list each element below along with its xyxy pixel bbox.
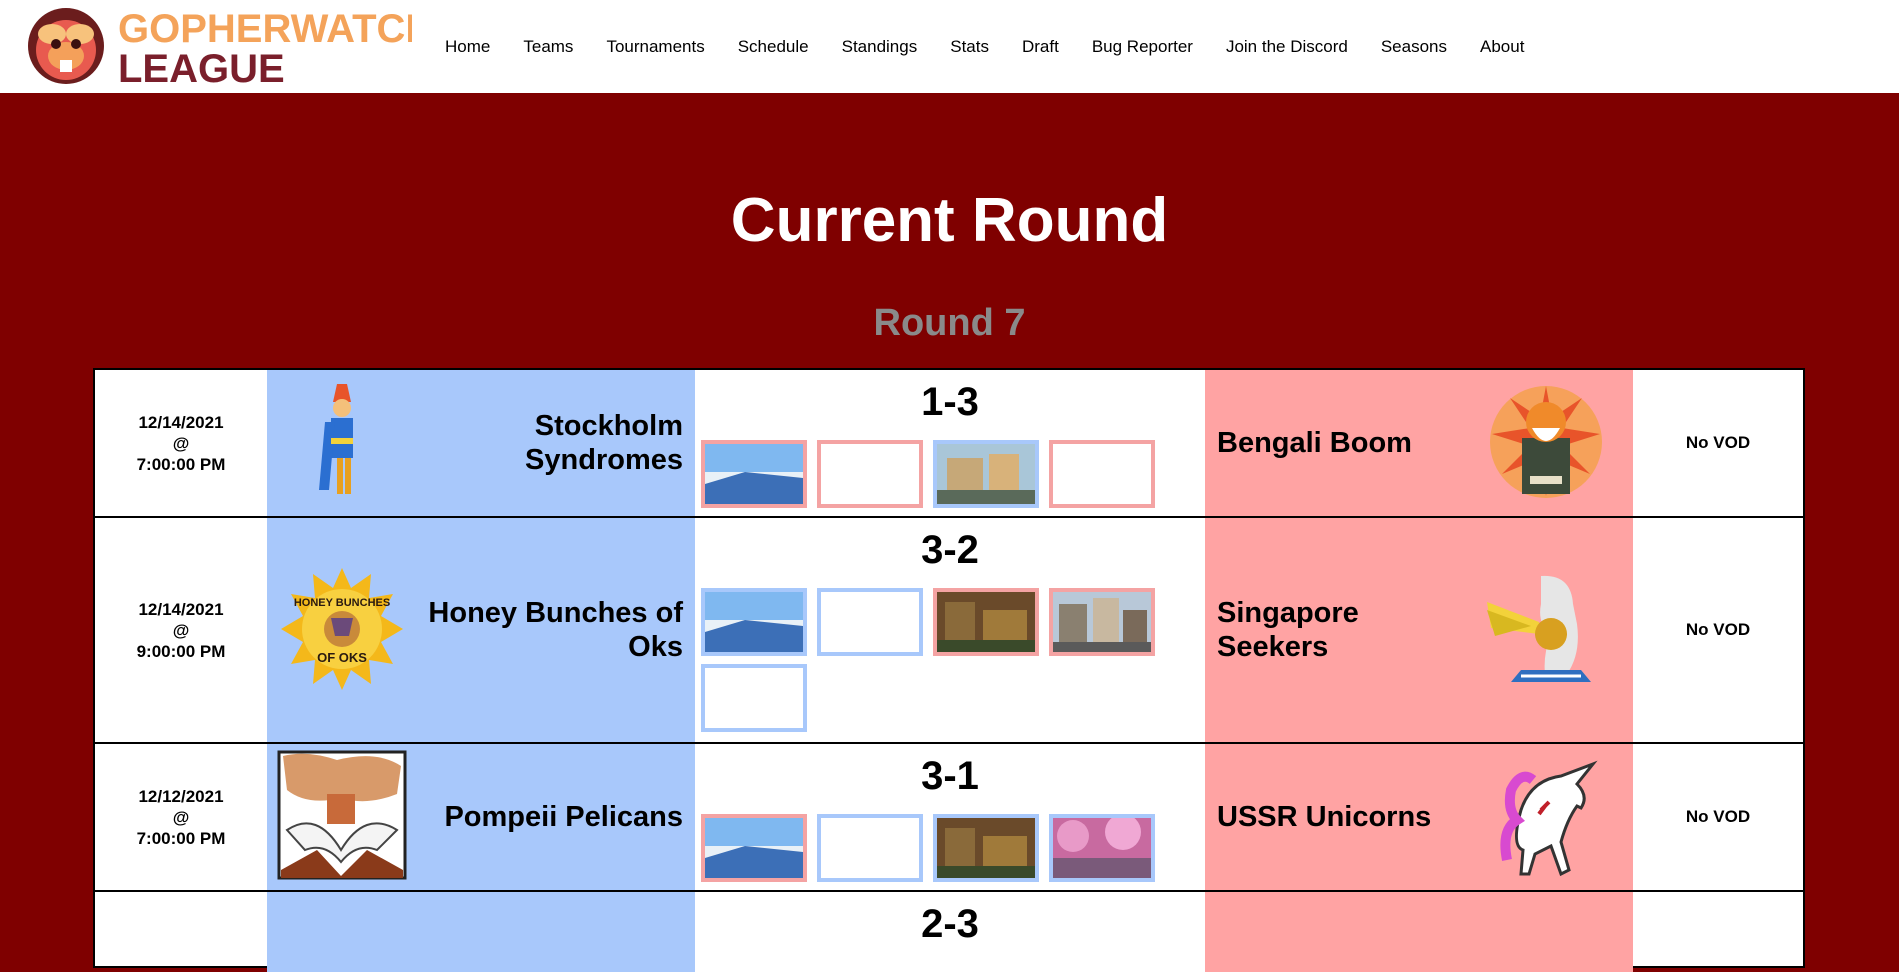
home-team-cell[interactable]: Stockholm Syndromes (267, 370, 695, 516)
score-cell: 1-3 (695, 370, 1205, 516)
vod-status: No VOD (1685, 433, 1751, 452)
map-thumbnail[interactable] (933, 814, 1039, 882)
nav-home[interactable]: Home (445, 37, 490, 57)
map-thumbnail[interactable] (701, 440, 807, 508)
team-logo-bengali (1481, 378, 1611, 504)
match-score: 2-3 (921, 902, 979, 946)
main-nav: Home Teams Tournaments Schedule Standing… (445, 0, 1557, 93)
match-datetime (95, 892, 267, 972)
nav-about[interactable]: About (1480, 37, 1524, 57)
map-thumbnail[interactable] (1049, 440, 1155, 508)
map-thumbnail[interactable] (1049, 814, 1155, 882)
round-label: Round 7 (873, 302, 1026, 344)
logo-text-top: GOPHERWATCH (118, 7, 412, 51)
away-team-cell[interactable]: Singapore Seekers (1205, 518, 1633, 742)
match-datetime: 12/12/2021 @7:00:00 PM (136, 786, 226, 848)
score-cell: 3-2 (695, 518, 1205, 742)
away-team-name[interactable]: Bengali Boom (1217, 426, 1467, 460)
away-team-cell[interactable]: Bengali Boom (1205, 370, 1633, 516)
logo-text-bottom: LEAGUE (118, 47, 285, 88)
map-thumbnail[interactable] (933, 440, 1039, 508)
nav-tournaments[interactable]: Tournaments (606, 37, 704, 57)
match-datetime: 12/14/2021 @9:00:00 PM (136, 599, 226, 661)
gopherwatch-logo[interactable]: GOPHERWATCH LEAGUE (12, 4, 434, 91)
match-datetime: 12/14/2021 @7:00:00 PM (136, 412, 226, 474)
svg-text:HONEY BUNCHES: HONEY BUNCHES (294, 597, 390, 609)
map-thumbnail[interactable] (701, 814, 807, 882)
home-team-cell[interactable]: Pompeii Pelicans (267, 744, 695, 890)
away-team-name[interactable]: Singapore Seekers (1217, 596, 1467, 664)
home-team-name[interactable]: Pompeii Pelicans (383, 800, 683, 834)
match-row[interactable]: 12/12/2021 @7:00:00 PM Pompeii Pelicans 3… (95, 744, 1803, 892)
nav-schedule[interactable]: Schedule (738, 37, 809, 57)
home-team-name[interactable]: Stockholm Syndromes (383, 409, 683, 477)
match-table: 12/14/2021 @7:00:00 PM Stockholm Syndrome… (93, 368, 1805, 972)
away-team-cell[interactable]: USSR Unicorns (1205, 744, 1633, 890)
match-score: 3-1 (921, 754, 979, 798)
nav-draft[interactable]: Draft (1022, 37, 1059, 57)
team-logo-singapore (1481, 566, 1611, 692)
nav-seasons[interactable]: Seasons (1381, 37, 1447, 57)
match-score: 3-2 (921, 528, 979, 572)
map-thumbnail[interactable] (817, 814, 923, 882)
vod-status: No VOD (1685, 807, 1751, 826)
match-score: 1-3 (921, 380, 979, 424)
nav-teams[interactable]: Teams (523, 37, 573, 57)
map-thumbnail[interactable] (933, 588, 1039, 656)
away-team-cell[interactable] (1205, 892, 1633, 972)
map-thumbnail[interactable] (817, 588, 923, 656)
home-team-name[interactable]: Honey Bunches of Oks (383, 596, 683, 664)
svg-text:OF OKS: OF OKS (317, 650, 367, 665)
home-team-cell[interactable] (267, 892, 695, 972)
score-cell: 2-3 (695, 892, 1205, 972)
nav-standings[interactable]: Standings (842, 37, 918, 57)
match-row[interactable]: 12/14/2021 @7:00:00 PM Stockholm Syndrome… (95, 370, 1803, 518)
score-cell: 3-1 (695, 744, 1205, 890)
map-thumbnail[interactable] (817, 440, 923, 508)
nav-join-discord[interactable]: Join the Discord (1226, 37, 1348, 57)
match-row[interactable]: 12/14/2021 @9:00:00 PM HONEY BUNCHES OF O… (95, 518, 1803, 744)
map-thumbnail[interactable] (701, 664, 807, 732)
team-logo-ussr-unicorns (1481, 752, 1611, 878)
map-thumbnail[interactable] (701, 588, 807, 656)
vod-status (1633, 892, 1803, 972)
home-team-cell[interactable]: HONEY BUNCHES OF OKS Honey Bunches of Ok… (267, 518, 695, 742)
nav-bug-reporter[interactable]: Bug Reporter (1092, 37, 1193, 57)
away-team-name[interactable]: USSR Unicorns (1217, 800, 1467, 834)
match-row[interactable]: 2-3 (95, 892, 1803, 972)
vod-status: No VOD (1685, 620, 1751, 639)
page-title: Current Round (730, 186, 1169, 255)
nav-stats[interactable]: Stats (950, 37, 989, 57)
site-header: GOPHERWATCH LEAGUE Home Teams Tournament… (0, 0, 1899, 93)
map-thumbnail[interactable] (1049, 588, 1155, 656)
